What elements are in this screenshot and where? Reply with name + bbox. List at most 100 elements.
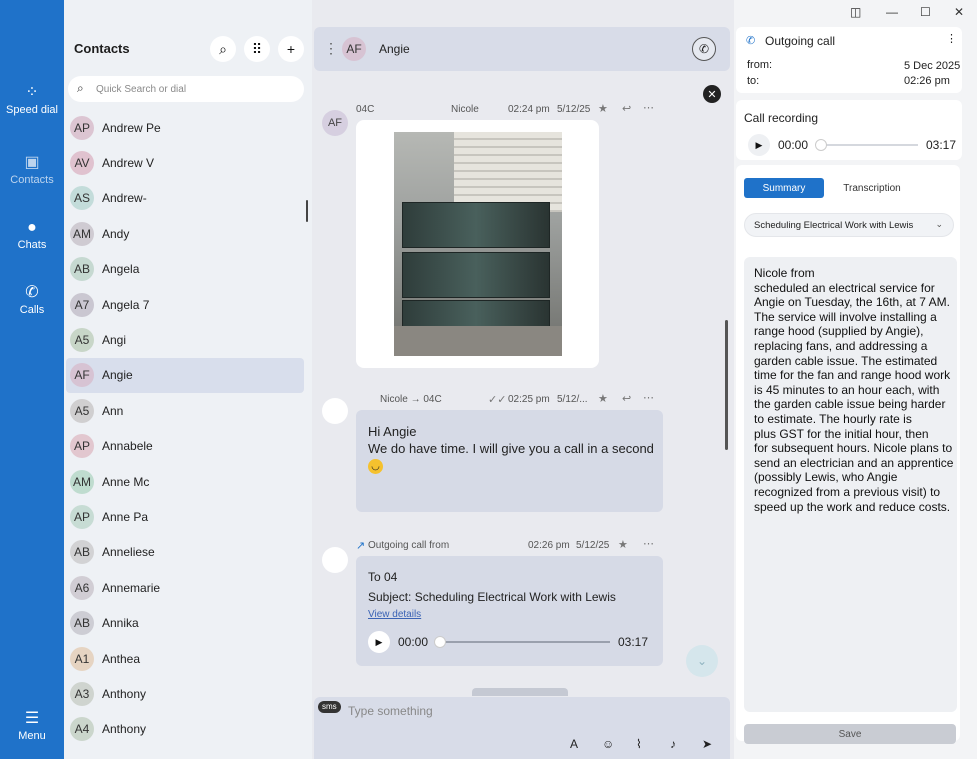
contact-row[interactable]: AS Andrew-: [66, 181, 304, 216]
call-to: To 04: [368, 570, 398, 584]
search-icon: ⌕: [77, 81, 84, 95]
sms-badge[interactable]: sms: [318, 701, 341, 713]
add-contact-button[interactable]: +: [278, 36, 304, 62]
contact-row[interactable]: A1 Anthea: [66, 641, 304, 676]
contact-row[interactable]: AM Andy: [66, 216, 304, 251]
attach-icon[interactable]: ⌇: [636, 737, 642, 751]
play-button[interactable]: ▶: [368, 631, 390, 653]
nav-rail: ⁘ Speed dial ▣ Contacts ● Chats ✆ Calls …: [0, 0, 64, 759]
message-time: 02:25 pm: [508, 394, 550, 405]
message-time: 02:26 pm: [528, 540, 570, 551]
search-button[interactable]: ⌕: [210, 36, 236, 62]
more-vertical-icon[interactable]: ⋮: [324, 40, 338, 57]
contact-row[interactable]: AP Annabele: [66, 429, 304, 464]
avatar: AP: [70, 504, 94, 529]
avatar: A7: [70, 292, 94, 317]
reply-icon[interactable]: ↩: [622, 392, 631, 405]
contact-name: Anneliese: [102, 545, 155, 560]
close-icon[interactable]: ✕: [703, 85, 721, 103]
contact-name: Annabele: [102, 439, 153, 454]
chat-scrollbar[interactable]: [725, 320, 728, 450]
star-icon[interactable]: ★: [598, 102, 608, 115]
minimize-icon[interactable]: —: [886, 5, 898, 19]
smile-emoji-icon: ◡: [368, 459, 383, 474]
message-input[interactable]: [348, 702, 648, 720]
rail-menu[interactable]: ☰ Menu: [0, 710, 64, 742]
chat-header: ⋮ AF Angie ✆: [314, 27, 730, 71]
play-icon: ▶: [375, 636, 383, 647]
message-author: Nicole: [451, 104, 479, 115]
contact-row[interactable]: AM Anne Mc: [66, 464, 304, 499]
contact-row[interactable]: A4 Anthony: [66, 712, 304, 747]
tab-summary[interactable]: Summary: [744, 178, 824, 198]
attached-photo[interactable]: [394, 132, 562, 356]
save-button[interactable]: Save: [744, 724, 956, 744]
recording-knob[interactable]: [815, 139, 827, 151]
contact-row[interactable]: AB Annika: [66, 605, 304, 640]
more-horizontal-icon[interactable]: ⋯: [643, 537, 654, 550]
sidebar-toggle-icon[interactable]: ◫: [850, 5, 861, 19]
boxed-fan: [402, 202, 550, 248]
send-icon[interactable]: ➤: [702, 737, 712, 751]
contact-name: Angela: [102, 262, 140, 277]
avatar: AB: [70, 257, 94, 282]
call-button[interactable]: ✆: [692, 37, 716, 61]
call-info-card: ✆ Outgoing call ⋮ from: to: 5 Dec 2025 0…: [736, 27, 962, 93]
contact-row[interactable]: AF Angie: [66, 357, 304, 394]
contacts-scrollbar[interactable]: [306, 200, 308, 222]
contact-row[interactable]: AP Andrew Pe: [66, 110, 304, 145]
contact-name: Angie: [102, 368, 133, 383]
contact-row[interactable]: AB Angela: [66, 252, 304, 287]
microphone-icon[interactable]: ♪: [670, 737, 676, 751]
dialpad-button[interactable]: ⠿: [244, 36, 270, 62]
call-subject: Subject: Scheduling Electrical Work with…: [368, 590, 616, 604]
emoji-icon[interactable]: ☺: [602, 737, 614, 751]
text-format-icon[interactable]: A: [570, 737, 578, 751]
contact-row[interactable]: AB Anneliese: [66, 535, 304, 570]
close-window-icon[interactable]: ✕: [954, 5, 964, 19]
contact-row[interactable]: A3 Anthony: [66, 676, 304, 711]
contacts-book-icon: ▣: [24, 154, 40, 171]
carpet: [394, 326, 562, 356]
more-horizontal-icon[interactable]: ⋯: [643, 391, 654, 404]
reply-icon[interactable]: ↩: [622, 102, 631, 115]
maximize-icon[interactable]: ☐: [920, 5, 931, 19]
more-vertical-icon[interactable]: ⋮: [946, 32, 957, 45]
contact-name: Anthony: [102, 722, 147, 737]
play-button[interactable]: ▶: [748, 134, 770, 156]
contact-row[interactable]: A5 Angi: [66, 322, 304, 357]
subject-select[interactable]: Scheduling Electrical Work with Lewis ⌄: [744, 213, 954, 237]
audio-track[interactable]: [440, 641, 610, 643]
message-route: Nicole → 04C: [380, 394, 442, 405]
phone-icon: ✆: [698, 42, 710, 56]
contact-row[interactable]: A6 Annemarie: [66, 570, 304, 605]
message-avatar: AF: [322, 110, 348, 136]
message-avatar: [322, 398, 348, 424]
contact-row[interactable]: A5 Ann: [66, 393, 304, 428]
plus-icon: +: [286, 41, 296, 57]
view-details-link[interactable]: View details: [368, 609, 421, 620]
recording-track[interactable]: [820, 144, 918, 146]
composer: sms A ☺ ⌇ ♪ ➤: [314, 697, 730, 759]
summary-panel: Summary Transcription Scheduling Electri…: [736, 165, 960, 741]
audio-knob[interactable]: [434, 636, 446, 648]
contact-row[interactable]: AP Anne Pa: [66, 499, 304, 534]
image-message[interactable]: [356, 120, 599, 368]
avatar: AF: [70, 363, 94, 388]
rail-chats[interactable]: ● Chats: [0, 219, 64, 251]
star-icon[interactable]: ★: [598, 392, 608, 405]
call-type: Outgoing call from: [368, 540, 450, 551]
scroll-down-button[interactable]: ⌄: [686, 645, 718, 677]
rail-speed-dial[interactable]: ⁘ Speed dial: [0, 84, 64, 116]
contact-name: Andrew-: [102, 191, 147, 206]
quick-search-input[interactable]: [96, 80, 296, 98]
contact-row[interactable]: A7 Angela 7: [66, 287, 304, 322]
rail-calls[interactable]: ✆ Calls: [0, 284, 64, 316]
tab-transcription[interactable]: Transcription: [832, 178, 912, 198]
summary-body3: for subsequent hours. Nicole plans to se…: [754, 441, 954, 514]
rail-contacts[interactable]: ▣ Contacts: [0, 154, 64, 186]
star-icon[interactable]: ★: [618, 538, 628, 551]
contact-row[interactable]: AV Andrew V: [66, 145, 304, 180]
text-message[interactable]: Hi Angie We do have time. I will give yo…: [356, 410, 663, 512]
more-horizontal-icon[interactable]: ⋯: [643, 101, 654, 114]
